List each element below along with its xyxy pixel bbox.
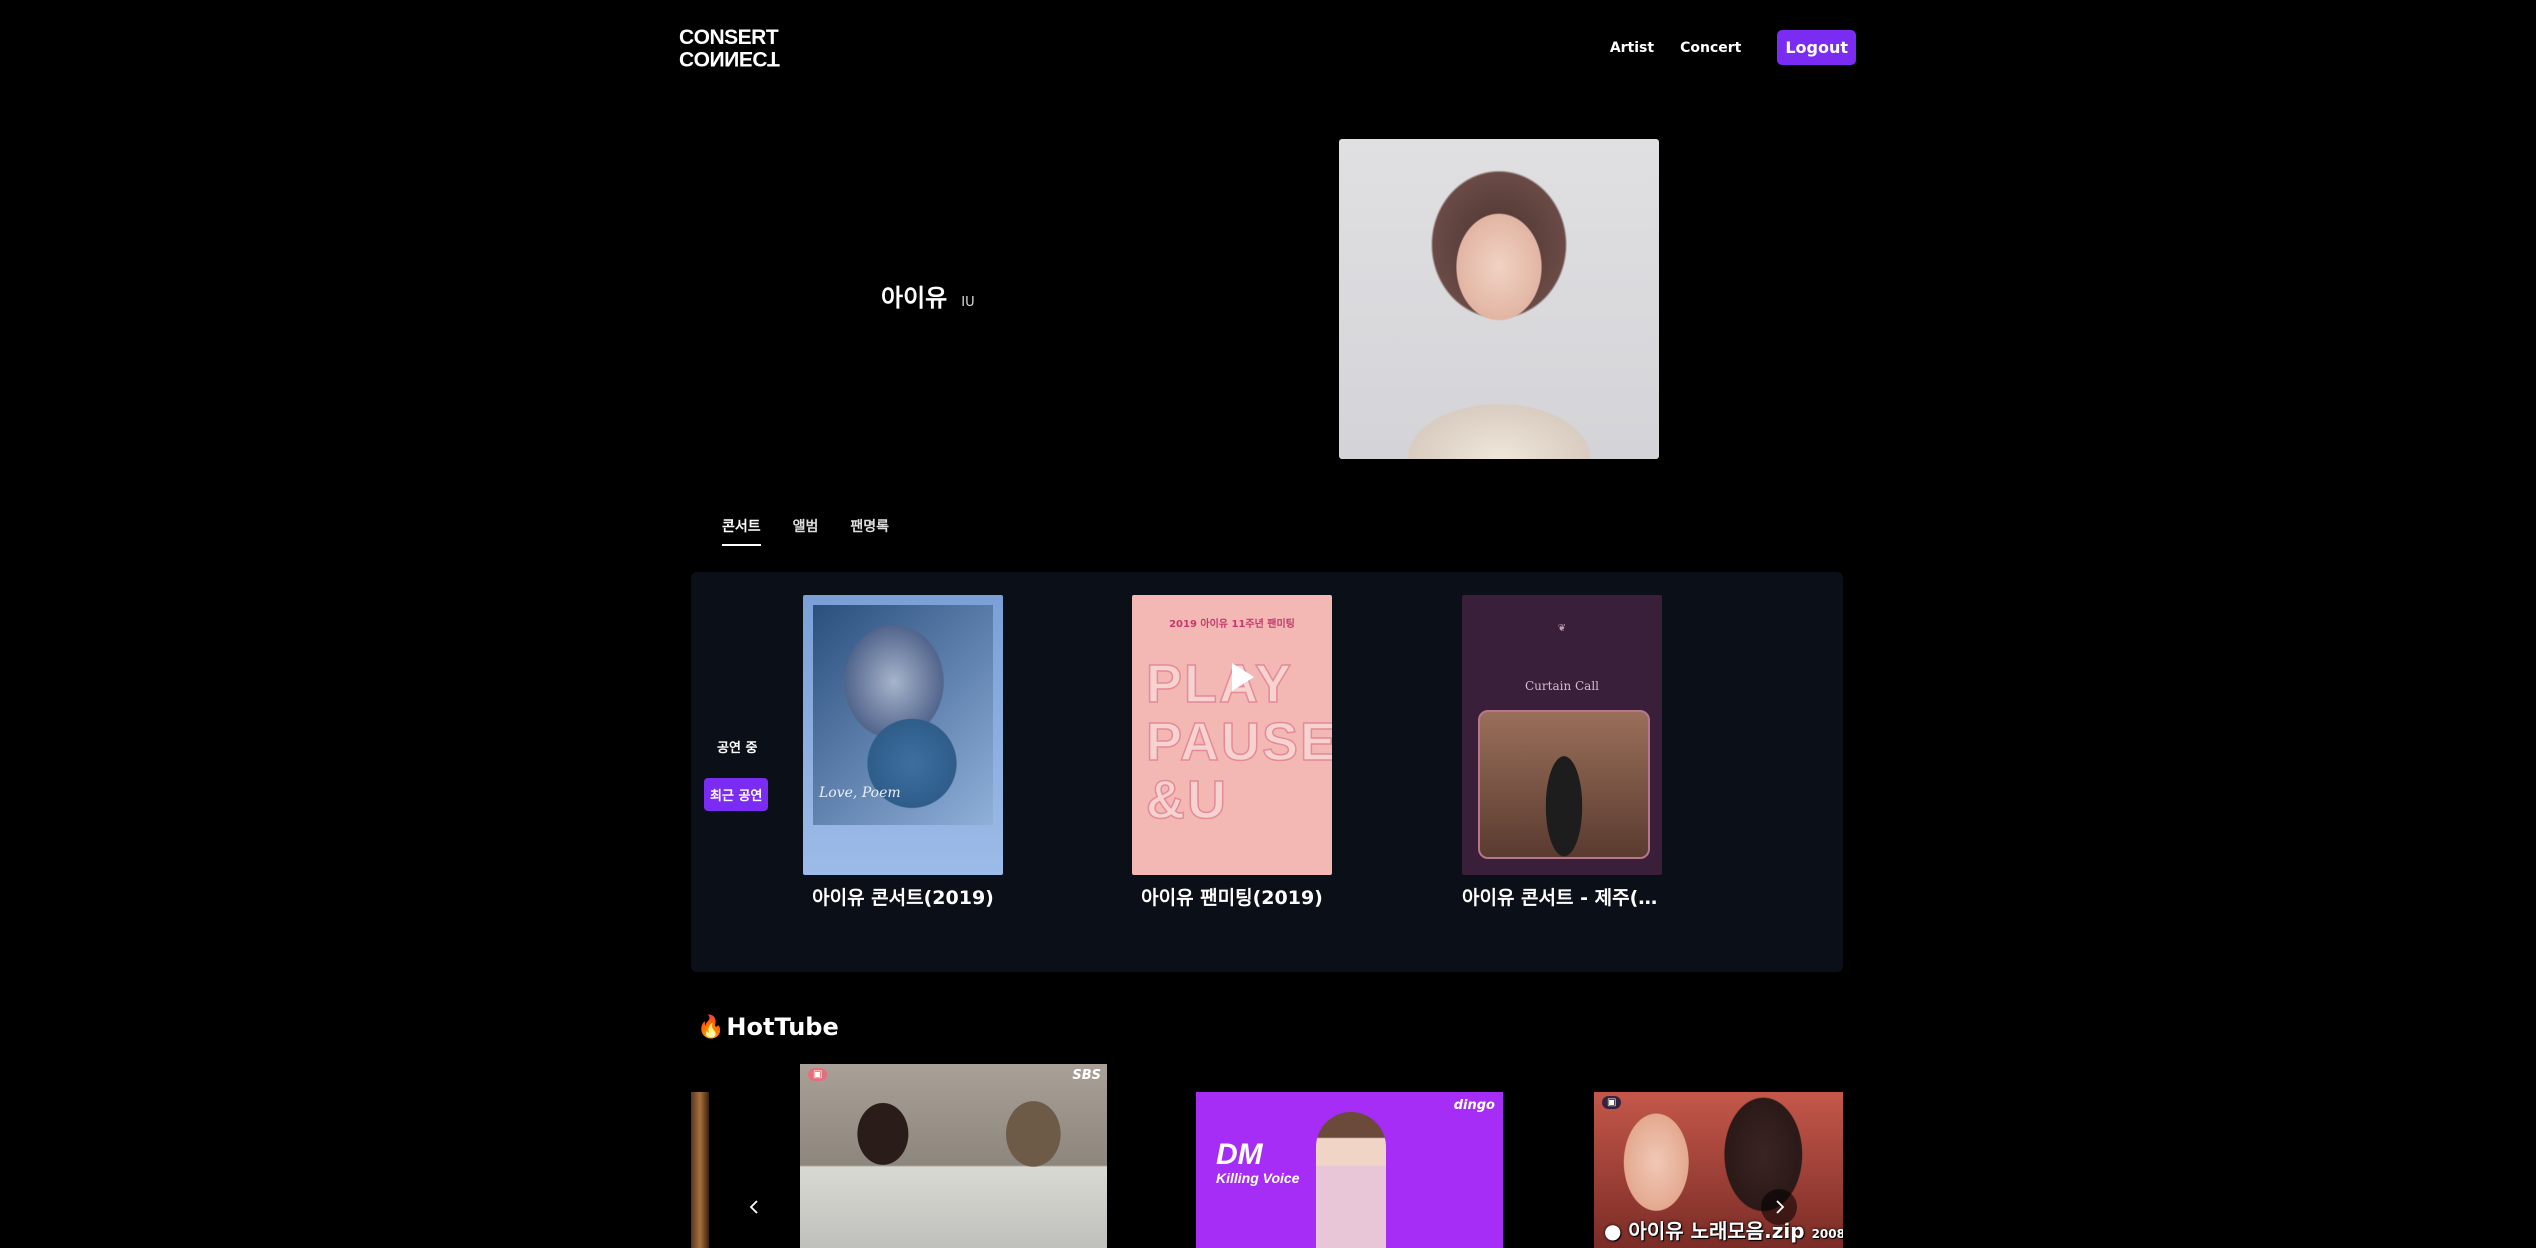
artist-tabs: 콘서트 앨범 팬명록 xyxy=(722,516,889,546)
play-icon xyxy=(1232,663,1254,691)
nav-concert-link[interactable]: Concert xyxy=(1680,40,1741,56)
chevron-right-icon xyxy=(1776,1200,1785,1214)
video-thumbnail[interactable]: dingo DM Killing Voice xyxy=(1196,1092,1503,1248)
concert-title[interactable]: 아이유 콘서트 - 제주(20... xyxy=(1462,883,1662,910)
logout-button[interactable]: Logout xyxy=(1777,30,1856,65)
artist-photo xyxy=(1339,139,1659,459)
concert-card[interactable]: 2019 아이유 11주년 팬미팅 PLAY PAUSE &U 아이유 팬미팅(… xyxy=(1132,595,1332,910)
concert-poster[interactable]: Love, Poem xyxy=(803,595,1003,875)
video-caption: ● 아이유 노래모음.zip 2008- xyxy=(1604,1215,1843,1244)
channel-brand: dingo xyxy=(1453,1098,1495,1113)
video-thumbnail[interactable]: ▣ SBS xyxy=(800,1064,1107,1248)
tab-guestbook[interactable]: 팬명록 xyxy=(850,516,889,546)
concert-panel: 공연 중 최근 공연 Love, Poem 아이유 콘서트(2019) 2019… xyxy=(691,572,1843,972)
video-headline: DM xyxy=(1216,1138,1263,1171)
concert-title[interactable]: 아이유 팬미팅(2019) xyxy=(1132,883,1332,910)
video-caption-years: 2008- xyxy=(1811,1227,1843,1241)
site-logo[interactable]: CONSERT CONNECT xyxy=(679,26,780,72)
concert-poster[interactable]: ❦ Curtain Call xyxy=(1462,595,1662,875)
artist-name-english: IU xyxy=(961,295,975,310)
logo-line2: CONNECT xyxy=(679,47,780,70)
poster-top-text: 2019 아이유 11주년 팬미팅 xyxy=(1169,619,1295,630)
concert-card[interactable]: Love, Poem 아이유 콘서트(2019) xyxy=(803,595,1003,910)
artist-name: 아이유 IU xyxy=(881,278,975,313)
recent-concerts-button[interactable]: 최근 공연 xyxy=(704,778,769,811)
poster-decoration: ❦ xyxy=(1557,623,1567,634)
video-figure xyxy=(1316,1112,1386,1248)
hottube-heading: 🔥 HotTube xyxy=(697,1013,839,1041)
video-thumbnail[interactable] xyxy=(691,1092,709,1248)
carousel-prev-button[interactable] xyxy=(737,1189,773,1225)
hottube-title: HotTube xyxy=(726,1013,839,1041)
poster-text: Curtain Call xyxy=(1524,679,1599,693)
broadcaster-badge: SBS xyxy=(1072,1068,1101,1083)
carousel-next-button[interactable] xyxy=(1761,1189,1797,1225)
concert-poster[interactable]: 2019 아이유 11주년 팬미팅 PLAY PAUSE &U xyxy=(1132,595,1332,875)
tab-album[interactable]: 앨범 xyxy=(793,516,819,546)
video-thumbnail[interactable]: ▣ ● 아이유 노래모음.zip 2008- xyxy=(1594,1092,1843,1248)
nav-artist-link[interactable]: Artist xyxy=(1610,40,1654,56)
artist-name-korean: 아이유 xyxy=(881,284,948,312)
fire-icon: 🔥 xyxy=(697,1014,725,1040)
channel-badge: ▣ xyxy=(1602,1096,1622,1109)
ongoing-label[interactable]: 공연 중 xyxy=(717,737,757,756)
concert-card[interactable]: ❦ Curtain Call 아이유 콘서트 - 제주(20... xyxy=(1462,595,1662,910)
top-nav: Artist Concert Logout xyxy=(1610,30,1856,65)
poster-text: Love, Poem xyxy=(819,785,901,801)
poster-photo xyxy=(1478,710,1650,859)
chevron-left-icon xyxy=(749,1200,758,1214)
tab-concert[interactable]: 콘서트 xyxy=(722,516,761,546)
concert-title[interactable]: 아이유 콘서트(2019) xyxy=(803,883,1003,910)
logo-line1: CONSERT xyxy=(679,26,779,49)
video-subline: Killing Voice xyxy=(1216,1170,1300,1186)
channel-badge: ▣ xyxy=(808,1068,828,1081)
